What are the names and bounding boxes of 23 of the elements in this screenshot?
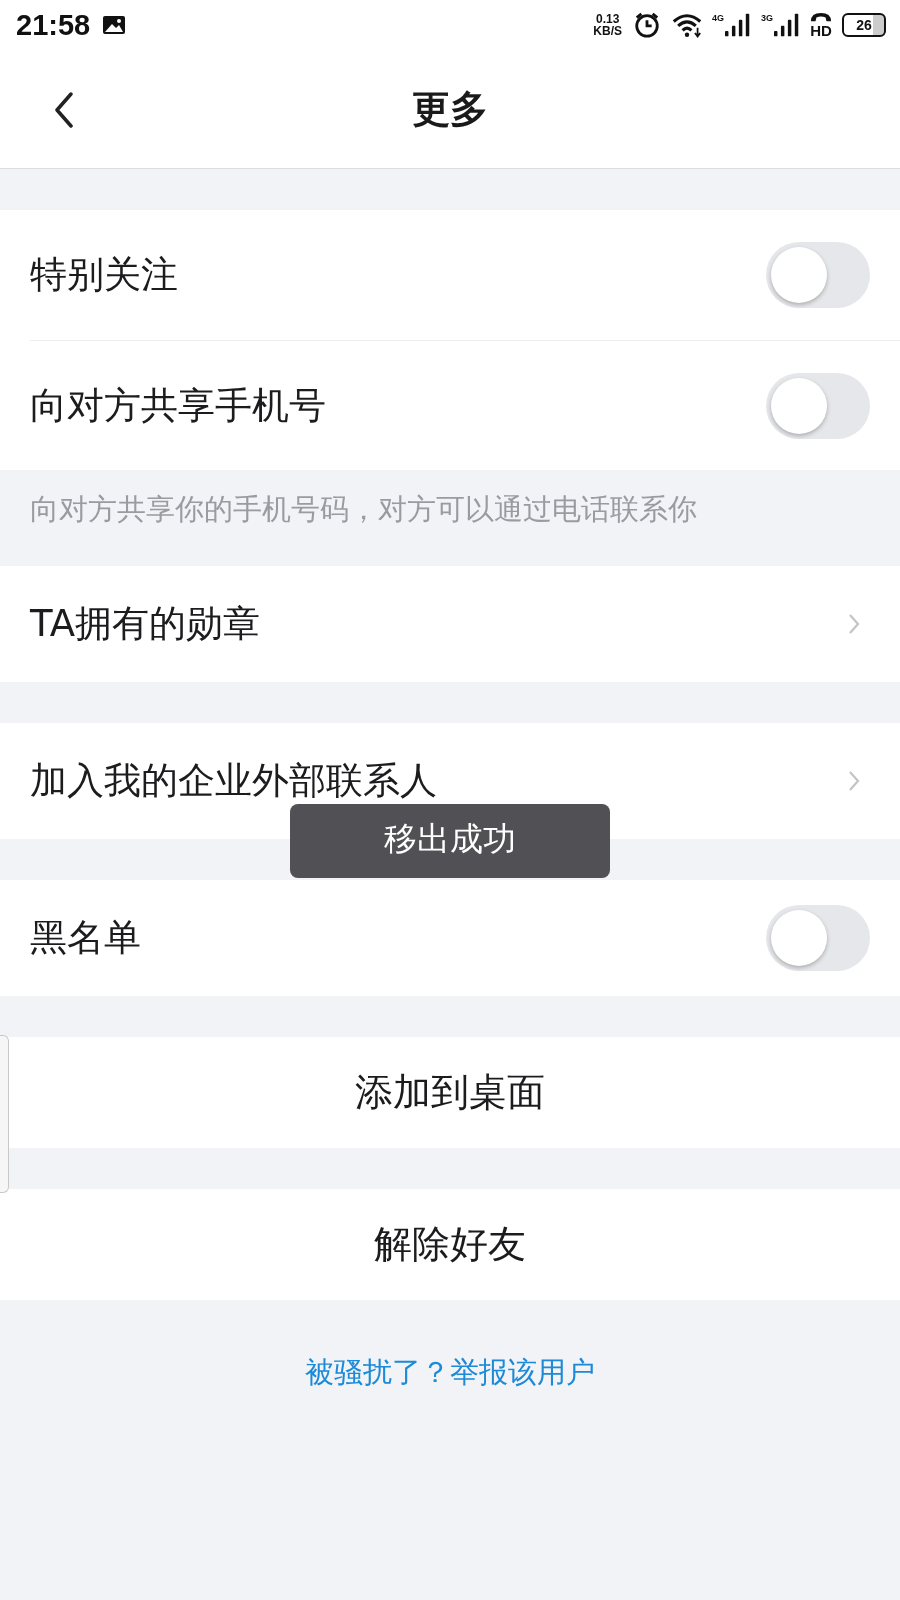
chevron-right-icon [848, 769, 860, 793]
network-type: 4G [711, 13, 724, 23]
chevron-right-icon [848, 612, 860, 636]
signal-icon [725, 13, 751, 37]
phone-icon [810, 12, 832, 23]
image-icon [102, 15, 127, 35]
call-quality-label: HD [810, 23, 832, 38]
wifi-icon [671, 11, 702, 39]
settings-item[interactable]: 加入我的企业外部联系人 [30, 756, 437, 806]
page-title: 更多 [412, 85, 488, 133]
setting-label: 向对方共享手机号 [30, 382, 326, 429]
setting-label: 黑名单 [30, 915, 141, 961]
network-speed: 0.13 [595, 13, 620, 25]
hint-text: 向对方共享你的手机号码，对方可以通过电话联系你 [29, 491, 698, 528]
speed-unit: KB/S [593, 25, 622, 37]
settings-item[interactable]: TA拥有的勋章 [30, 599, 261, 649]
setting-label: 特别关注 [30, 252, 178, 298]
signal-icon [774, 13, 800, 37]
status-toast: 移出成功 [290, 804, 610, 878]
battery-level: 26 [856, 17, 872, 33]
clock-time: 21:58 [16, 8, 91, 42]
network-type: 3G [761, 13, 773, 23]
edge-overlay[interactable] [0, 1035, 9, 1193]
